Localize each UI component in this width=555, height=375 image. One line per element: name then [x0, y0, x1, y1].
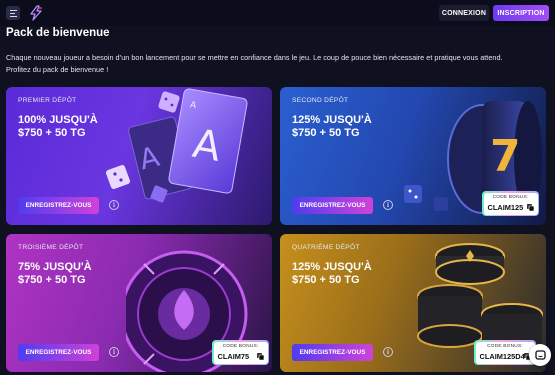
card-headline: 100% JUSQU'À [18, 114, 98, 126]
login-button[interactable]: CONNEXION [439, 5, 489, 21]
bonus-card-second-deposit: 7 SECOND DÉPÔT 125% JUSQU'À $750 + 50 TG… [280, 87, 546, 225]
copy-icon[interactable] [526, 203, 534, 211]
bonus-code-label: CODE BONUS: [487, 343, 523, 349]
register-button[interactable]: ENREGISTREZ-VOUS [292, 197, 373, 214]
info-icon[interactable]: i [109, 347, 119, 357]
intro-line-1: Chaque nouveau joueur a besoin d’un bon … [6, 53, 503, 62]
menu-icon[interactable] [6, 6, 20, 20]
intro-line-2: Profitez du pack de bienvenue ! [6, 65, 109, 74]
bonus-card-first-deposit: A A A PREMIER DÉPÔT 100% JUSQU'À $750 + … [6, 87, 272, 225]
intro-text: Chaque nouveau joueur a besoin d’un bon … [6, 52, 546, 76]
lightning-logo[interactable] [28, 5, 44, 21]
bonus-code-label: CODE BONUS: [222, 343, 259, 349]
info-icon[interactable]: i [109, 200, 119, 210]
card-label: SECOND DÉPÔT [292, 97, 349, 104]
card-headline: 125% JUSQU'À [292, 114, 372, 126]
svg-text:7: 7 [490, 131, 521, 182]
card-label: TROISIÈME DÉPÔT [18, 244, 84, 251]
register-button[interactable]: ENREGISTREZ-VOUS [18, 197, 99, 214]
register-button[interactable]: ENREGISTREZ-VOUS [292, 344, 373, 361]
bonus-code: CLAIM125 [487, 202, 524, 212]
bonus-code: CLAIM125D4 [479, 351, 525, 361]
info-icon[interactable]: i [383, 200, 393, 210]
page-title: Pack de bienvenue [6, 27, 110, 39]
cards-illustration: A A A [106, 88, 248, 203]
top-bar: CONNEXION INSCRIPTION [0, 0, 555, 26]
bonus-code-box[interactable]: CODE BONUS: CLAIM125 [482, 191, 539, 216]
card-headline: 125% JUSQU'À [292, 261, 372, 273]
bonus-code: CLAIM75 [217, 351, 250, 361]
bonus-code-box[interactable]: CODE BONUS: CLAIM125D4 [474, 340, 536, 365]
card-label: QUATRIÈME DÉPÔT [292, 244, 360, 251]
bonus-card-third-deposit: TROISIÈME DÉPÔT 75% JUSQU'À $750 + 50 TG… [6, 234, 272, 372]
card-label: PREMIER DÉPÔT [18, 97, 77, 104]
bonus-card-fourth-deposit: QUATRIÈME DÉPÔT 125% JUSQU'À $750 + 50 T… [280, 234, 546, 372]
card-amount: $750 + 50 TG [292, 127, 360, 139]
bonus-code-label: CODE BONUS: [492, 194, 529, 200]
info-icon[interactable]: i [383, 347, 393, 357]
chat-button[interactable] [529, 344, 551, 366]
card-amount: $750 + 50 TG [292, 274, 360, 286]
signup-button[interactable]: INSCRIPTION [493, 5, 549, 21]
card-amount: $750 + 50 TG [18, 274, 86, 286]
bonus-code-box[interactable]: CODE BONUS: CLAIM75 [212, 340, 269, 365]
card-amount: $750 + 50 TG [18, 127, 86, 139]
copy-icon[interactable] [256, 352, 264, 360]
card-headline: 75% JUSQU'À [18, 261, 92, 273]
register-button[interactable]: ENREGISTREZ-VOUS [18, 344, 99, 361]
chat-icon [534, 349, 546, 360]
